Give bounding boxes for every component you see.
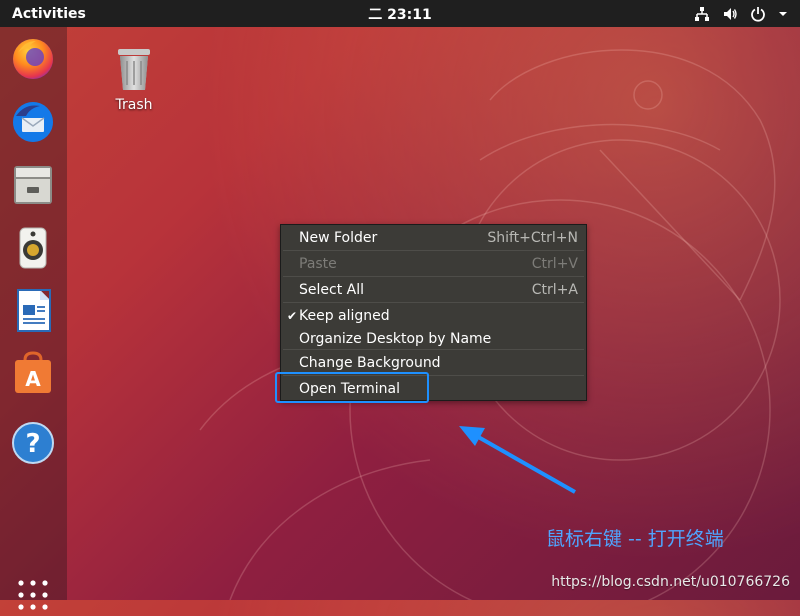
dock: A ?	[0, 27, 67, 610]
power-icon[interactable]	[750, 6, 766, 22]
trash-label: Trash	[115, 97, 153, 113]
annotation-arrow	[459, 426, 576, 494]
clock[interactable]: 二 23:11	[0, 4, 800, 24]
network-icon[interactable]	[694, 6, 710, 22]
svg-text:A: A	[25, 367, 41, 391]
top-bar: Activities 二 23:11	[0, 0, 800, 27]
menu-item-new-folder[interactable]: New Folder Shift+Ctrl+N	[281, 225, 586, 251]
writer-icon[interactable]	[8, 285, 58, 335]
files-icon[interactable]	[8, 159, 58, 209]
show-applications-icon[interactable]	[16, 578, 50, 612]
chevron-down-icon[interactable]	[778, 10, 788, 18]
svg-text:?: ?	[25, 429, 40, 459]
watermark-url: https://blog.csdn.net/u010766726	[551, 574, 790, 590]
trash-icon	[118, 49, 150, 90]
volume-icon[interactable]	[722, 6, 738, 22]
menu-item-paste: Paste Ctrl+V	[299, 256, 578, 272]
system-tray[interactable]	[694, 0, 788, 27]
help-icon[interactable]: ?	[8, 418, 58, 468]
software-icon[interactable]: A	[8, 348, 58, 398]
checkmark-icon: ✔	[287, 309, 298, 323]
firefox-icon[interactable]	[8, 33, 58, 83]
thunderbird-icon[interactable]	[8, 96, 58, 146]
annotation-highlight-box	[275, 372, 429, 403]
menu-item-select-all[interactable]: Select All Ctrl+A	[281, 277, 586, 303]
rhythmbox-icon[interactable]	[8, 222, 58, 272]
annotation-text: 鼠标右键 -- 打开终端	[546, 528, 724, 550]
trash-desktop-item[interactable]: Trash	[106, 45, 162, 113]
